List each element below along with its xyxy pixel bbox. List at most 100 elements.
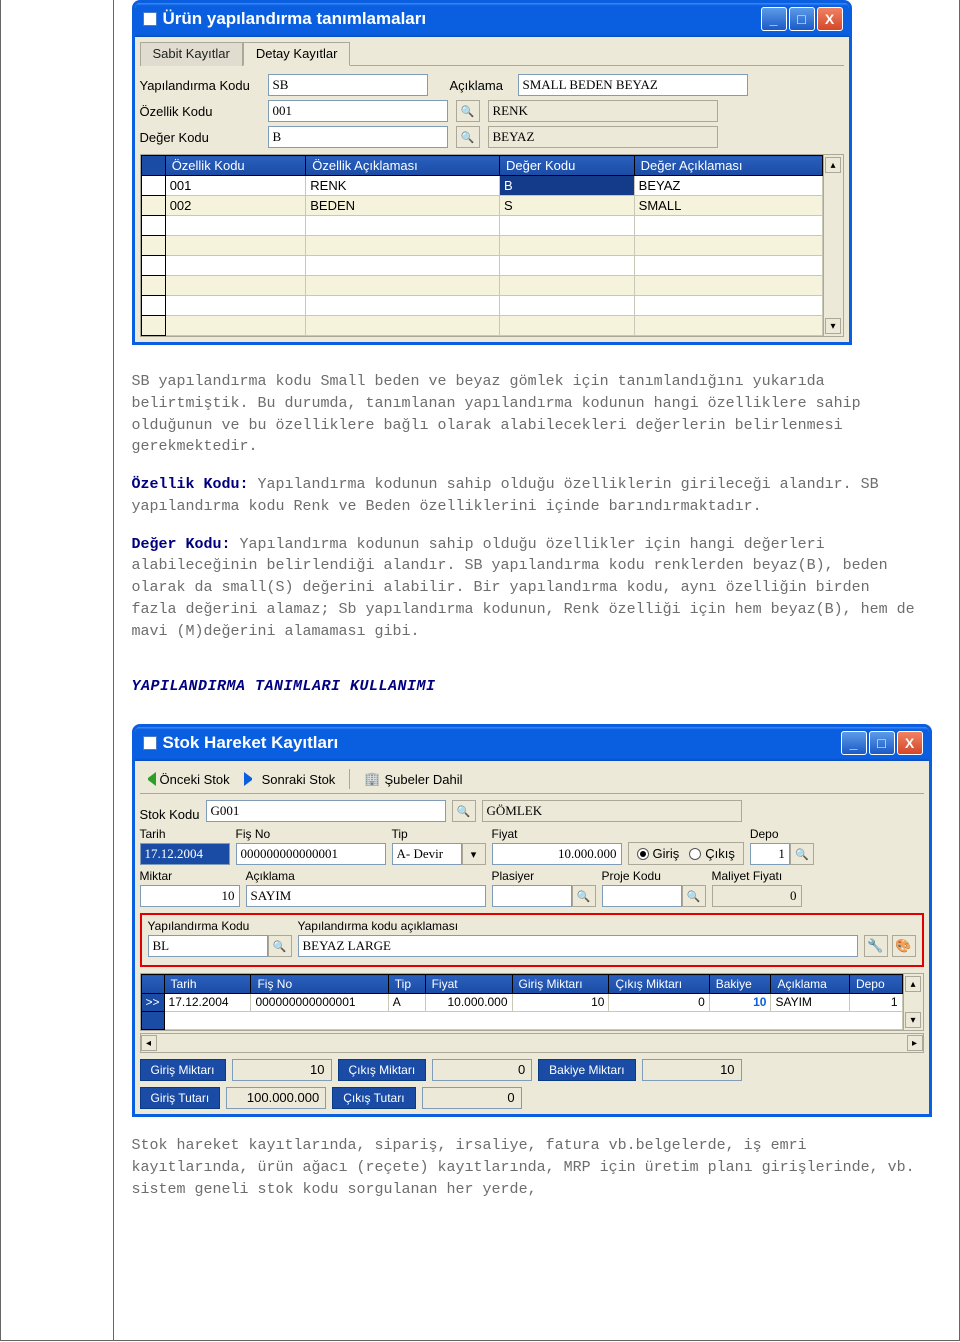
depo-lookup-button[interactable]: 🔍 — [790, 843, 814, 865]
cell[interactable]: 002 — [165, 196, 306, 216]
scroll-right-icon[interactable]: ▸ — [907, 1035, 923, 1051]
cell[interactable]: 10 — [512, 994, 609, 1012]
yapkodu2-label: Yapılandırma Kodu — [148, 919, 292, 933]
cell[interactable]: 0 — [609, 994, 709, 1012]
tip-dropdown-icon[interactable]: ▾ — [462, 843, 486, 865]
tarih-label: Tarih — [140, 827, 230, 841]
next-stock-button[interactable]: Sonraki Stok — [244, 772, 336, 787]
grid2-scrollbar[interactable]: ▴ ▾ — [903, 974, 923, 1030]
fisno-input[interactable] — [236, 843, 386, 865]
doc-paragraph: SB yapılandırma kodu Small beden ve beya… — [132, 371, 920, 458]
g2-col-bakiye[interactable]: Bakiye — [709, 975, 771, 994]
yapkodu2-input[interactable] — [148, 935, 268, 957]
cikis-radio[interactable] — [689, 848, 701, 860]
tab-sabit[interactable]: Sabit Kayıtlar — [140, 42, 243, 66]
g2-col-cikis[interactable]: Çıkış Miktarı — [609, 975, 709, 994]
tip-select[interactable] — [392, 843, 462, 865]
aciklama-input[interactable] — [518, 74, 748, 96]
cikis-miktar-label: Çıkış Miktarı — [338, 1059, 427, 1081]
plasiyer-lookup-button[interactable]: 🔍 — [572, 885, 596, 907]
row-indicator: >> — [141, 176, 165, 196]
minimize-button[interactable]: _ — [761, 7, 787, 31]
tool-wrench-icon[interactable]: 🔧 — [864, 935, 888, 957]
cell[interactable]: BEYAZ — [634, 176, 822, 196]
prev-stock-button[interactable]: Önceki Stok — [142, 772, 230, 787]
maximize-button[interactable]: □ — [869, 731, 895, 755]
scroll-up-icon[interactable]: ▴ — [905, 976, 921, 992]
maximize-button[interactable]: □ — [789, 7, 815, 31]
minimize-button[interactable]: _ — [841, 731, 867, 755]
scroll-left-icon[interactable]: ◂ — [141, 1035, 157, 1051]
deger-lookup-button[interactable]: 🔍 — [456, 126, 480, 148]
col-ozellik-kodu[interactable]: Özellik Kodu — [165, 156, 306, 176]
col-deger-kodu[interactable]: Değer Kodu — [499, 156, 634, 176]
cell[interactable]: BEDEN — [306, 196, 500, 216]
cell[interactable]: 10 — [709, 994, 771, 1012]
cell[interactable]: SAYIM — [771, 994, 850, 1012]
plasiyer-input[interactable] — [492, 885, 572, 907]
gc-label — [628, 826, 744, 840]
row-indicator: >> — [141, 994, 164, 1012]
g2-col-tip[interactable]: Tip — [388, 975, 425, 994]
tool-color-icon[interactable]: 🎨 — [892, 935, 916, 957]
cell[interactable]: RENK — [306, 176, 500, 196]
yapkoduack-input[interactable] — [298, 935, 858, 957]
titlebar-2[interactable]: Stok Hareket Kayıtları _ □ X — [135, 727, 929, 761]
g2-col-ack[interactable]: Açıklama — [771, 975, 850, 994]
ozellik-kodu-input[interactable] — [268, 100, 448, 122]
grid2-hscrollbar[interactable]: ◂ ▸ — [140, 1033, 924, 1053]
g2-col-giris[interactable]: Giriş Miktarı — [512, 975, 609, 994]
cell[interactable]: 001 — [165, 176, 306, 196]
g2-col-depo[interactable]: Depo — [849, 975, 902, 994]
tarih-input[interactable] — [140, 843, 230, 865]
deger-kodu-input[interactable] — [268, 126, 448, 148]
scroll-down-icon[interactable]: ▾ — [825, 318, 841, 334]
cell[interactable]: SMALL — [634, 196, 822, 216]
giris-radio[interactable] — [637, 848, 649, 860]
aciklama2-input[interactable] — [246, 885, 486, 907]
g2-col-fisno[interactable]: Fiş No — [251, 975, 388, 994]
g2-col-tarih[interactable]: Tarih — [164, 975, 251, 994]
cell[interactable]: 10.000.000 — [425, 994, 512, 1012]
movement-grid: Tarih Fiş No Tip Fiyat Giriş Miktarı Çık… — [140, 973, 924, 1031]
direction-radio-group[interactable]: Giriş Çıkış — [628, 842, 744, 865]
miktar-label: Miktar — [140, 869, 240, 883]
stok-kodu-input[interactable] — [206, 800, 446, 822]
doc-paragraph: Stok hareket kayıtlarında, sipariş, irsa… — [132, 1135, 920, 1200]
close-button[interactable]: X — [897, 731, 923, 755]
fiyat-input[interactable] — [492, 843, 622, 865]
col-ozellik-aciklama[interactable]: Özellik Açıklaması — [306, 156, 500, 176]
g2-col-fiyat[interactable]: Fiyat — [425, 975, 512, 994]
cell-selected[interactable]: B — [499, 176, 634, 196]
toolbar-separator — [349, 769, 350, 789]
close-button[interactable]: X — [817, 7, 843, 31]
scroll-down-icon[interactable]: ▾ — [905, 1012, 921, 1028]
scroll-up-icon[interactable]: ▴ — [825, 157, 841, 173]
miktar-input[interactable] — [140, 885, 240, 907]
branches-button[interactable]: 🏢 Şubeler Dahil — [364, 771, 462, 787]
depo-input[interactable] — [750, 843, 790, 865]
deger-ad-display — [488, 126, 718, 148]
grid-scrollbar[interactable]: ▴ ▾ — [823, 155, 843, 336]
yapkodu2-lookup-button[interactable]: 🔍 — [268, 935, 292, 957]
window-title: Ürün yapılandırma tanımlamaları — [163, 9, 427, 29]
tab-strip: Sabit Kayıtlar Detay Kayıtlar — [140, 41, 844, 66]
cell[interactable]: 17.12.2004 — [164, 994, 251, 1012]
grid-row[interactable]: 002 BEDEN S SMALL — [141, 196, 822, 216]
cell[interactable]: S — [499, 196, 634, 216]
proje-input[interactable] — [602, 885, 682, 907]
cell[interactable]: 000000000000001 — [251, 994, 388, 1012]
yap-kodu-input[interactable] — [268, 74, 428, 96]
titlebar[interactable]: Ürün yapılandırma tanımlamaları _ □ X — [135, 3, 849, 37]
ozellik-ad-display — [488, 100, 718, 122]
cell[interactable]: 1 — [849, 994, 902, 1012]
doc-footer: Stok hareket kayıtlarında, sipariş, irsa… — [114, 1125, 960, 1206]
stok-lookup-button[interactable]: 🔍 — [452, 800, 476, 822]
col-deger-aciklama[interactable]: Değer Açıklaması — [634, 156, 822, 176]
proje-lookup-button[interactable]: 🔍 — [682, 885, 706, 907]
grid2-row[interactable]: >> 17.12.2004 000000000000001 A 10.000.0… — [141, 994, 902, 1012]
grid-row[interactable]: >> 001 RENK B BEYAZ — [141, 176, 822, 196]
cell[interactable]: A — [388, 994, 425, 1012]
ozellik-lookup-button[interactable]: 🔍 — [456, 100, 480, 122]
tab-detay[interactable]: Detay Kayıtlar — [243, 42, 351, 66]
